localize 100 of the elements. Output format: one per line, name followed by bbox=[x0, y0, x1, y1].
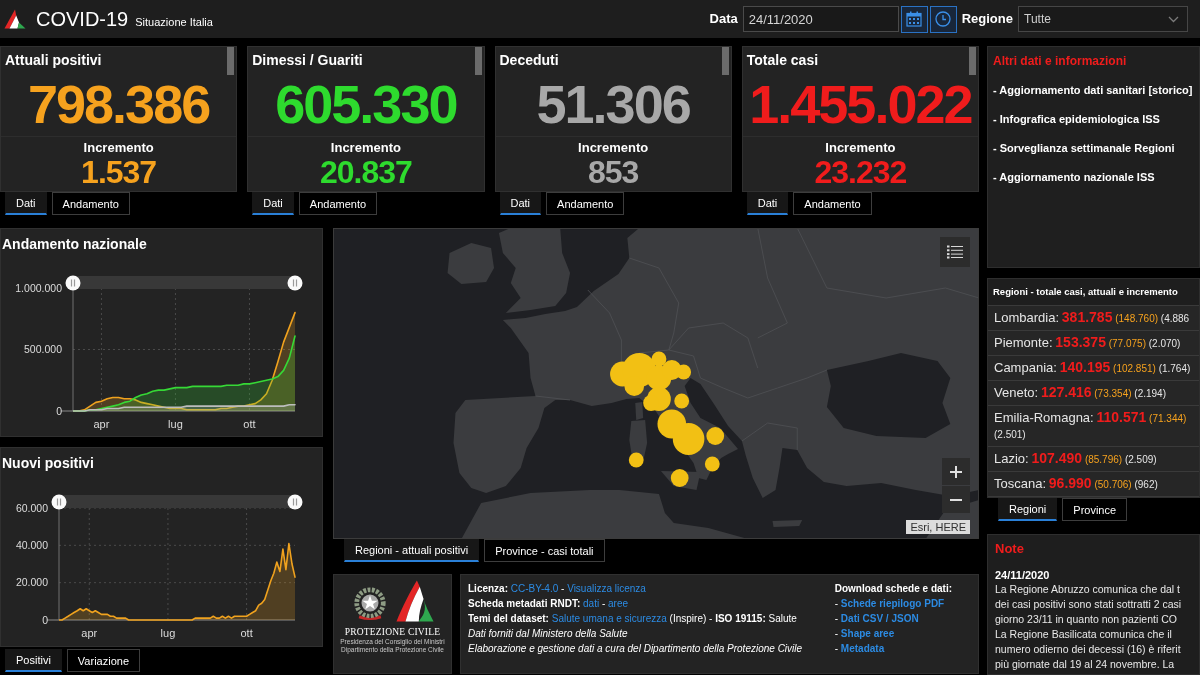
panel-title: Altri dati e informazioni bbox=[993, 53, 1127, 69]
panel-title: Note bbox=[995, 541, 1024, 557]
app-subtitle: Situazione Italia bbox=[135, 14, 213, 29]
region-name: Emilia-Romagna: bbox=[994, 410, 1094, 425]
region-dropdown[interactable]: Tutte bbox=[1018, 6, 1188, 32]
axis-label: 1.000.000 bbox=[15, 281, 62, 294]
region-name: Campania: bbox=[994, 360, 1057, 375]
plus-icon bbox=[950, 465, 962, 478]
download-link[interactable]: Dati CSV / JSON bbox=[840, 613, 919, 624]
field-label: Data bbox=[709, 11, 738, 27]
clock-button[interactable] bbox=[929, 5, 957, 33]
clock-icon bbox=[935, 11, 952, 27]
tab[interactable]: Dati bbox=[746, 192, 789, 215]
scrollbar[interactable] bbox=[474, 47, 482, 75]
download-item: - Dati CSV / JSON bbox=[834, 612, 919, 626]
card-title: Attuali positivi bbox=[5, 51, 102, 69]
increment-value: 853 bbox=[587, 156, 639, 189]
download-item: - Schede riepilogo PDF bbox=[834, 597, 945, 611]
download-link[interactable]: Metadata bbox=[840, 643, 885, 654]
calendar-icon bbox=[906, 11, 923, 27]
info-link[interactable]: - Infografica epidemiologica ISS bbox=[993, 112, 1160, 126]
increment-label: Incremento bbox=[825, 140, 896, 156]
increment-value: 20.837 bbox=[319, 156, 412, 189]
region-name: Toscana: bbox=[994, 476, 1047, 491]
range-handle[interactable] bbox=[287, 493, 303, 510]
tab[interactable]: Andamento bbox=[298, 192, 378, 215]
increment-value: 1.537 bbox=[81, 156, 157, 189]
stat-value: 51.306 bbox=[536, 75, 690, 133]
info-link[interactable]: - Aggiornamento dati sanitari [storico] bbox=[993, 83, 1193, 97]
tab[interactable]: Andamento bbox=[546, 192, 625, 215]
download-link[interactable]: Schede riepilogo PDF bbox=[840, 598, 945, 609]
total-cases: 127.416 bbox=[1040, 384, 1092, 400]
active-cases: (73.354) bbox=[1094, 388, 1132, 399]
scrollbar[interactable] bbox=[721, 47, 729, 75]
axis-label: 20.000 bbox=[15, 576, 48, 589]
range-handle[interactable] bbox=[51, 493, 67, 510]
zoom-in-button[interactable] bbox=[942, 458, 970, 485]
calendar-button[interactable] bbox=[900, 5, 928, 33]
axis-label: 0 bbox=[56, 404, 62, 417]
increment-label: Incremento bbox=[578, 140, 649, 156]
info-link[interactable]: aree bbox=[608, 598, 629, 609]
info-link[interactable]: Visualizza licenza bbox=[567, 583, 646, 594]
list-icon bbox=[947, 245, 963, 259]
note-date: 24/11/2020 bbox=[995, 568, 1050, 582]
daily-increment: (2.070) bbox=[1148, 338, 1181, 349]
stat-value: 1.455.022 bbox=[749, 75, 972, 133]
tab[interactable]: Province bbox=[1062, 498, 1128, 521]
tricolor-logo-icon bbox=[4, 9, 26, 29]
date-field[interactable]: 24/11/2020 bbox=[742, 6, 899, 32]
tab[interactable]: Variazione bbox=[66, 649, 140, 672]
region-name: Piemonte: bbox=[994, 335, 1053, 350]
axis-label: lug bbox=[160, 627, 176, 639]
info-link[interactable]: - Aggiornamento nazionale ISS bbox=[993, 170, 1155, 184]
tab[interactable]: Regioni bbox=[998, 498, 1058, 521]
tab[interactable]: Dati bbox=[5, 192, 47, 215]
tab[interactable]: Andamento bbox=[51, 192, 130, 215]
active-cases: (77.075) bbox=[1108, 338, 1146, 349]
daily-increment: (2.509) bbox=[1124, 454, 1157, 465]
tab[interactable]: Andamento bbox=[793, 192, 872, 215]
axis-label: 40.000 bbox=[15, 538, 48, 551]
region-name: Lombardia: bbox=[994, 310, 1060, 325]
tab[interactable]: Dati bbox=[499, 192, 542, 215]
logo-text: PROTEZIONE CIVILE bbox=[344, 626, 441, 638]
tab[interactable]: Positivi bbox=[5, 649, 62, 672]
card-title: Deceduti bbox=[499, 51, 559, 69]
axis-label: apr bbox=[81, 627, 98, 639]
increment-value: 23.232 bbox=[814, 156, 907, 189]
info-link[interactable]: dati bbox=[583, 598, 600, 609]
section-heading: Download schede e dati: bbox=[834, 582, 952, 596]
card-title: Dimessi / Guariti bbox=[252, 51, 363, 69]
range-handle[interactable] bbox=[65, 274, 81, 291]
info-link[interactable]: - Sorveglianza settimanale Regioni bbox=[993, 141, 1175, 155]
info-link[interactable]: CC-BY-4.0 bbox=[510, 583, 559, 594]
stat-value: 605.330 bbox=[275, 75, 457, 133]
download-item: - Shape aree bbox=[834, 627, 895, 641]
active-cases: (148.760) bbox=[1115, 313, 1159, 324]
scrollbar[interactable] bbox=[969, 47, 976, 75]
info-text: Temi del dataset: Salute umana e sicurezza (Inspire) - ISO 19115: Salute bbox=[468, 612, 797, 626]
total-cases: 140.195 bbox=[1059, 359, 1111, 375]
zoom-out-button[interactable] bbox=[942, 486, 970, 513]
minus-icon bbox=[950, 498, 962, 501]
tab[interactable]: Dati bbox=[252, 192, 294, 215]
chart-title: Andamento nazionale bbox=[2, 235, 147, 253]
download-link[interactable]: Shape aree bbox=[840, 628, 895, 639]
tab[interactable]: Province - casi totali bbox=[484, 539, 605, 562]
chart-title: Nuovi positivi bbox=[2, 454, 94, 472]
total-cases: 96.990 bbox=[1048, 475, 1092, 491]
tab[interactable]: Regioni - attuali positivi bbox=[344, 539, 480, 562]
legend-button[interactable] bbox=[940, 237, 970, 267]
range-handle[interactable] bbox=[287, 274, 303, 291]
info-link[interactable]: Salute umana e sicurezza bbox=[551, 613, 667, 624]
scrollbar[interactable] bbox=[227, 47, 235, 75]
region-name: Veneto: bbox=[994, 385, 1039, 400]
axis-label: lug bbox=[168, 418, 183, 430]
daily-increment: (1.764) bbox=[1158, 363, 1191, 374]
axis-label: apr bbox=[93, 418, 110, 430]
card-title: Totale casi bbox=[746, 51, 819, 69]
daily-increment: (2.501) bbox=[994, 429, 1026, 440]
tricolor-logo-icon bbox=[395, 580, 434, 622]
field-label: Regione bbox=[961, 11, 1013, 27]
